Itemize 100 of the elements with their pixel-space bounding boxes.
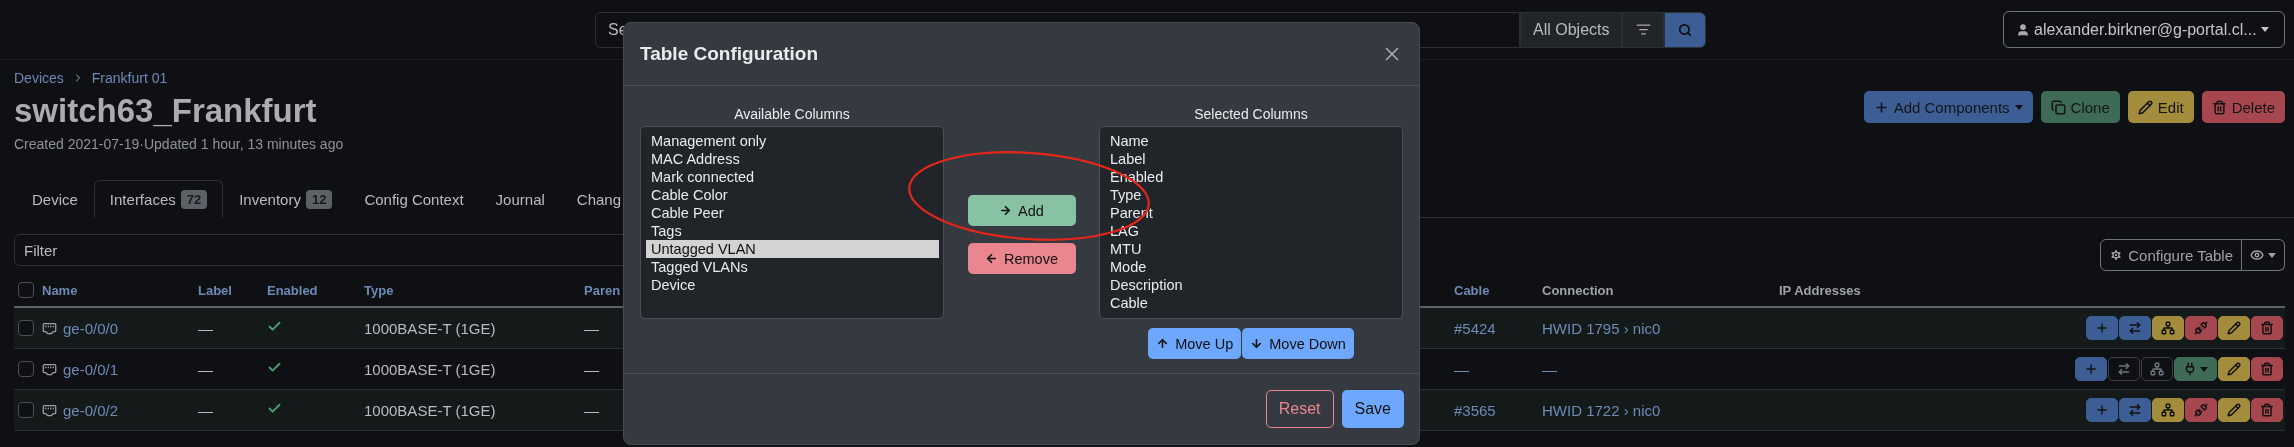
remove-button[interactable]: Remove (967, 243, 1076, 274)
connection-link[interactable]: HWID 1795 › nic0 (1542, 319, 1661, 337)
edit-button[interactable] (2218, 357, 2250, 381)
arrow-right-icon (999, 204, 1013, 217)
port-icon (42, 402, 57, 418)
add-button[interactable] (2075, 357, 2107, 381)
connection-link[interactable]: — (1542, 360, 1557, 378)
dialog-title: Table Configuration (640, 43, 819, 65)
unplug-icon (2194, 403, 2208, 417)
trace-button[interactable] (2119, 398, 2151, 422)
list-option[interactable]: Type (1105, 186, 1398, 204)
list-option[interactable]: Device (646, 276, 939, 294)
add-button[interactable] (2086, 316, 2118, 340)
table-cell: 1000BASE-T (1GE) (364, 401, 496, 419)
column-header[interactable]: Enabled (267, 282, 318, 298)
move-down-button[interactable]: Move Down (1242, 328, 1354, 359)
list-option[interactable]: MTU (1105, 240, 1398, 258)
filter-button[interactable] (1622, 11, 1665, 48)
list-option[interactable]: Untagged VLAN (646, 240, 939, 258)
delete-button[interactable] (2251, 316, 2283, 340)
count-badge: 72 (180, 189, 208, 209)
tab[interactable]: Interfaces 72 (93, 180, 224, 218)
list-option[interactable]: Cable Color (646, 186, 939, 204)
add-button[interactable]: Add (967, 195, 1076, 226)
connection-link[interactable]: HWID 1722 › nic0 (1542, 401, 1661, 419)
list-option[interactable]: Description (1105, 276, 1398, 294)
interface-link[interactable]: ge-0/0/0 (63, 319, 119, 337)
plus-icon (2095, 403, 2109, 417)
cable-link[interactable]: #5424 (1454, 319, 1496, 337)
list-option[interactable]: Cable Peer (646, 204, 939, 222)
delete-button[interactable] (2251, 357, 2283, 381)
trace-button[interactable] (2119, 316, 2151, 340)
copy-icon (2050, 99, 2066, 115)
column-header[interactable]: Paren (584, 282, 621, 298)
checkbox[interactable] (18, 361, 34, 377)
add-button[interactable] (2086, 398, 2118, 422)
list-option[interactable]: MAC Address (646, 150, 939, 168)
trash-icon (2260, 403, 2274, 417)
interface-link[interactable]: ge-0/0/2 (63, 401, 119, 419)
table-cell: 1000BASE-T (1GE) (364, 319, 496, 337)
plus-icon (2084, 362, 2098, 376)
table-cell: — (584, 360, 599, 378)
save-button[interactable]: Save (1341, 390, 1404, 428)
unplug-icon (2194, 321, 2208, 335)
search-icon (1678, 22, 1693, 37)
checkbox[interactable] (18, 320, 34, 336)
search-button[interactable] (1664, 11, 1707, 48)
network-icon (2150, 362, 2164, 376)
edit-button[interactable]: Edit (2127, 91, 2194, 123)
cable-link[interactable]: — (1454, 360, 1469, 378)
list-option[interactable]: Management only (646, 132, 939, 150)
port-icon (42, 361, 57, 377)
configure-table-button[interactable]: Configure Table (2100, 239, 2242, 271)
pencil-icon (2227, 321, 2241, 335)
delete-button[interactable] (2251, 398, 2283, 422)
table-cell: 1000BASE-T (1GE) (364, 360, 496, 378)
arrow-up-icon (1156, 337, 1170, 350)
column-header[interactable]: Cable (1454, 282, 1490, 298)
column-header[interactable]: Name (42, 282, 78, 298)
column-header[interactable]: Label (198, 282, 232, 298)
checkbox[interactable] (18, 402, 34, 418)
disconnect-button[interactable] (2152, 398, 2184, 422)
gear-icon (2109, 248, 2124, 262)
arrows-icon (2117, 362, 2131, 376)
trash-icon (2211, 99, 2227, 115)
user-menu-button[interactable]: alexander.birkner@g-portal.cl... (2003, 11, 2285, 48)
interface-link[interactable]: ge-0/0/1 (63, 360, 119, 378)
scope-selector[interactable]: All Objects (1520, 11, 1623, 48)
unplug-button[interactable] (2185, 316, 2217, 340)
cable-link[interactable]: #3565 (1454, 401, 1496, 419)
table-cell: — (198, 319, 213, 337)
caret-icon (2268, 252, 2276, 258)
edit-button[interactable] (2218, 316, 2250, 340)
arrows-icon (2128, 321, 2142, 335)
caret-icon (2014, 104, 2023, 110)
network-icon (2161, 321, 2175, 335)
list-option[interactable]: Label (1105, 150, 1398, 168)
user-icon (2016, 22, 2030, 37)
edit-button[interactable] (2218, 398, 2250, 422)
caret-icon (2260, 27, 2269, 32)
breadcrumb-link[interactable]: Frankfurt 01 (91, 70, 168, 86)
list-option[interactable]: Cable (1105, 294, 1398, 312)
checkbox[interactable] (18, 282, 34, 298)
list-option[interactable]: Mode (1105, 258, 1398, 276)
plus-icon (1873, 99, 1889, 115)
reset-button[interactable]: Reset (1265, 390, 1334, 428)
column-header[interactable]: Type (364, 282, 394, 298)
disconnect-button[interactable] (2152, 316, 2184, 340)
list-option[interactable]: Mark connected (646, 168, 939, 186)
table-cell: — (198, 401, 213, 419)
list-option[interactable]: Name (1105, 132, 1398, 150)
eye-icon (2250, 248, 2264, 262)
move-up-button[interactable]: Move Up (1148, 328, 1242, 359)
connect-button[interactable] (2174, 357, 2217, 381)
unplug-button[interactable] (2185, 398, 2217, 422)
visibility-button[interactable] (2242, 239, 2285, 271)
port-icon (42, 320, 57, 336)
plus-icon (2095, 321, 2109, 335)
column-list[interactable]: Management only MAC Address Mark connected Cable Color Cable Peer Tags Untagged VLAN Tagged VLANs Device (640, 126, 944, 319)
breadcrumb-link[interactable]: Devices (14, 70, 64, 86)
